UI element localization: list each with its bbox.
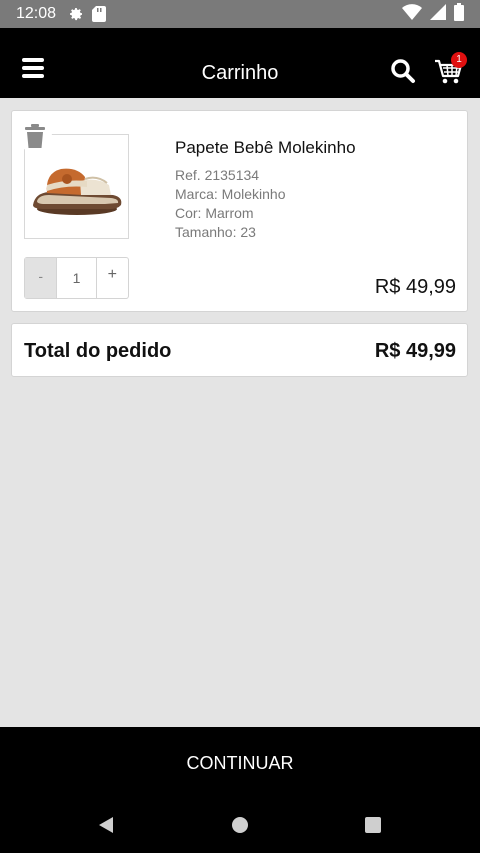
quantity-stepper: - 1 + bbox=[24, 257, 129, 299]
cart-count-badge: 1 bbox=[451, 52, 467, 68]
home-icon[interactable] bbox=[230, 815, 250, 835]
product-color: Cor: Marrom bbox=[175, 205, 254, 221]
status-time: 12:08 bbox=[16, 5, 57, 22]
status-bar: 12:08 bbox=[0, 0, 480, 28]
remove-item-button[interactable] bbox=[18, 119, 52, 153]
settings-icon bbox=[68, 6, 84, 22]
product-name[interactable]: Papete Bebê Molekinho bbox=[175, 138, 356, 158]
back-icon[interactable] bbox=[96, 815, 116, 835]
order-total: Total do pedido R$ 49,99 bbox=[11, 323, 468, 377]
recents-icon[interactable] bbox=[363, 815, 383, 835]
total-value: R$ 49,99 bbox=[374, 340, 456, 362]
product-ref: Ref. 2135134 bbox=[175, 167, 260, 183]
search-icon[interactable] bbox=[390, 58, 416, 84]
decrease-quantity-button[interactable]: - bbox=[25, 258, 57, 298]
sd-card-icon bbox=[92, 6, 107, 22]
battery-icon bbox=[454, 2, 464, 26]
continue-button[interactable]: CONTINUAR bbox=[0, 727, 480, 799]
wifi-icon bbox=[402, 3, 422, 25]
item-price: R$ 49,99 bbox=[374, 276, 456, 298]
total-label: Total do pedido bbox=[24, 340, 172, 362]
increase-quantity-button[interactable]: + bbox=[97, 258, 128, 298]
trash-icon bbox=[25, 124, 45, 148]
product-size: Tamanho: 23 bbox=[175, 224, 256, 240]
cart-item: Papete Bebê Molekinho Ref. 2135134 Marca… bbox=[11, 110, 468, 312]
product-brand: Marca: Molekinho bbox=[175, 186, 286, 202]
signal-icon bbox=[430, 3, 446, 25]
system-nav-bar bbox=[0, 799, 480, 853]
quantity-value[interactable]: 1 bbox=[56, 258, 97, 298]
app-bar: Carrinho 1 bbox=[0, 28, 480, 98]
